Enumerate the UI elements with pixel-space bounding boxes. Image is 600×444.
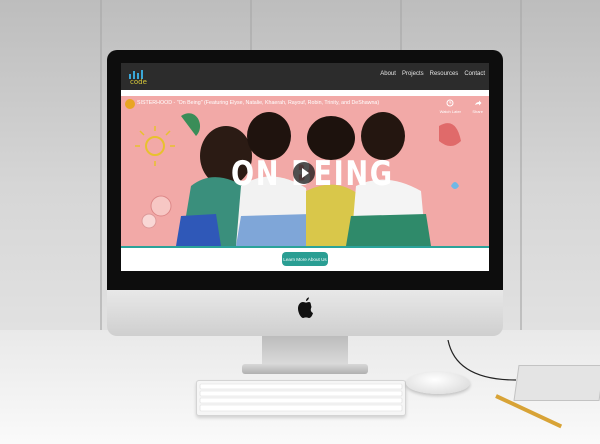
watch-later-button[interactable]: Watch Later (440, 99, 461, 115)
wall-seam (520, 0, 522, 340)
share-icon (474, 100, 482, 106)
nav-contact[interactable]: Contact (464, 71, 485, 77)
site-navbar: code About Projects Resources Contact (121, 63, 489, 90)
video-player[interactable]: SISTERHOOD - "On Being" (Featuring Elyse… (121, 96, 489, 246)
apple-logo-icon (298, 297, 313, 318)
nav-menu: About Projects Resources Contact (380, 71, 485, 77)
nav-resources[interactable]: Resources (430, 71, 459, 77)
keyboard (196, 380, 406, 416)
nav-projects[interactable]: Projects (402, 71, 424, 77)
wall-seam (100, 0, 102, 340)
video-title[interactable]: SISTERHOOD - "On Being" (Featuring Elyse… (137, 100, 379, 106)
section-divider (121, 246, 489, 248)
tablet-device (513, 365, 600, 401)
clock-icon (446, 99, 454, 107)
play-icon (302, 168, 309, 178)
learn-more-button[interactable]: Learn More About Us (282, 252, 328, 266)
channel-avatar[interactable] (125, 99, 135, 109)
nav-about[interactable]: About (380, 71, 396, 77)
share-button[interactable]: Share (472, 99, 483, 115)
share-label: Share (472, 109, 483, 114)
keyboard-keys (199, 383, 403, 412)
site-logo[interactable]: code (127, 68, 155, 85)
watch-later-label: Watch Later (439, 109, 461, 114)
logo-text: code (130, 78, 147, 85)
magic-mouse (406, 372, 470, 394)
play-button[interactable] (293, 162, 315, 184)
website-screen: code About Projects Resources Contact SI… (121, 63, 489, 271)
imac-stand-foot (242, 364, 368, 374)
